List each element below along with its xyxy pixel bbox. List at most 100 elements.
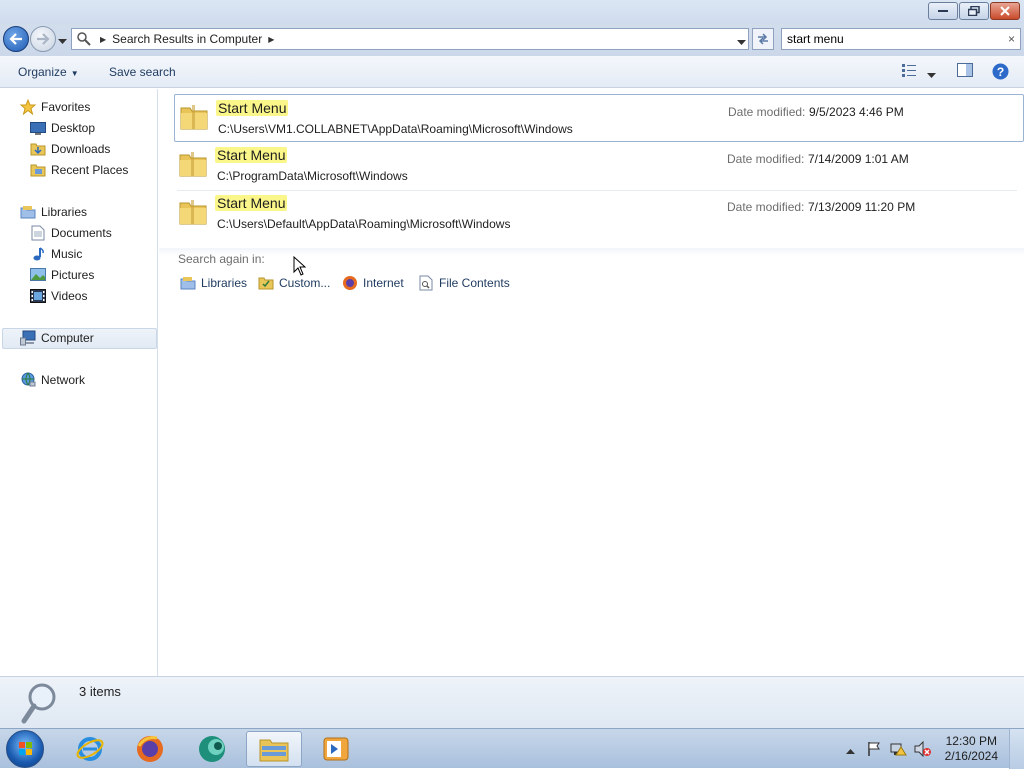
folder-icon — [178, 149, 208, 179]
nav-item-videos[interactable]: Videos — [30, 286, 87, 306]
view-options-dropdown[interactable] — [927, 68, 936, 82]
nav-item-downloads[interactable]: Downloads — [30, 139, 110, 159]
help-button[interactable]: ? — [992, 63, 1009, 83]
close-icon — [1000, 6, 1010, 16]
breadcrumb-separator-icon: ▶ — [100, 34, 107, 44]
search-results-pane: Start Menu C:\Users\VM1.COLLABNET\AppDat… — [159, 89, 1024, 676]
nav-item-computer[interactable]: Computer — [20, 328, 94, 348]
result-name: Start Menu — [216, 100, 289, 116]
nav-item-label: Downloads — [51, 142, 111, 156]
taskbar-windows-explorer[interactable] — [246, 731, 302, 767]
navigation-pane: Favorites Desktop Downloads Recent Place… — [0, 89, 158, 676]
documents-icon — [30, 225, 46, 241]
recent-places-icon — [30, 162, 46, 178]
mouse-cursor-icon — [293, 255, 307, 279]
firefox-icon — [137, 736, 163, 762]
start-button[interactable] — [6, 730, 44, 768]
nav-item-desktop[interactable]: Desktop — [30, 118, 95, 138]
network-icon — [20, 372, 36, 388]
chevron-down-icon — [737, 40, 746, 45]
search-box[interactable]: × — [781, 28, 1021, 50]
nav-item-network[interactable]: Network — [20, 370, 85, 390]
taskbar-media-player[interactable] — [308, 731, 364, 767]
result-path: C:\Users\Default\AppData\Roaming\Microso… — [217, 217, 511, 231]
maximize-button[interactable] — [959, 2, 989, 20]
back-button[interactable] — [3, 26, 29, 52]
volume-muted-icon[interactable] — [914, 740, 932, 760]
search-again-label: Search again in: — [178, 252, 265, 266]
recent-pages-dropdown[interactable] — [58, 34, 67, 48]
nav-item-label: Videos — [51, 289, 88, 303]
minimize-button[interactable] — [928, 2, 958, 20]
taskbar-internet-explorer[interactable] — [62, 731, 118, 767]
result-name: Start Menu — [215, 195, 288, 211]
help-icon: ? — [992, 63, 1009, 80]
search-again-internet[interactable]: Internet — [342, 274, 404, 292]
date-modified-label: Date modified: — [727, 152, 805, 166]
search-again-libraries[interactable]: Libraries — [180, 274, 247, 292]
restore-icon — [968, 6, 980, 16]
taskbar: 12:30 PM 2/16/2024 — [0, 728, 1024, 769]
date-modified-value: 9/5/2023 4:46 PM — [809, 105, 904, 119]
search-again-link-label: File Contents — [439, 276, 510, 290]
preview-pane-button[interactable] — [957, 63, 973, 80]
svg-text:?: ? — [997, 65, 1004, 79]
save-search-button[interactable]: Save search — [109, 65, 176, 79]
organize-label: Organize — [18, 65, 67, 79]
back-arrow-icon — [9, 33, 22, 45]
refresh-icon — [758, 33, 768, 45]
chevron-down-icon — [58, 39, 67, 44]
star-icon — [20, 99, 36, 115]
show-desktop-button[interactable] — [1009, 729, 1024, 769]
clock[interactable]: 12:30 PM 2/16/2024 — [945, 734, 998, 764]
item-count: 3 items — [79, 684, 121, 699]
nav-item-label: Documents — [51, 226, 112, 240]
search-again-divider — [159, 248, 1024, 256]
search-input[interactable] — [787, 32, 997, 46]
media-player-icon — [323, 737, 349, 761]
nav-item-favorites[interactable]: Favorites — [20, 97, 90, 117]
change-view-button[interactable] — [902, 63, 916, 80]
breadcrumb-separator-icon[interactable]: ▶ — [268, 35, 274, 44]
show-hidden-icons-button[interactable] — [846, 743, 855, 757]
nav-item-documents[interactable]: Documents — [30, 223, 112, 243]
forward-button[interactable] — [30, 26, 56, 52]
nav-item-music[interactable]: Music — [30, 244, 82, 264]
search-again-file-contents[interactable]: File Contents — [418, 274, 510, 292]
taskbar-app[interactable] — [184, 731, 240, 767]
nav-item-label: Favorites — [41, 100, 91, 114]
nav-item-pictures[interactable]: Pictures — [30, 265, 94, 285]
chevron-down-icon: ▼ — [70, 69, 79, 78]
details-pane: 3 items — [0, 676, 1024, 728]
nav-item-recent-places[interactable]: Recent Places — [30, 160, 128, 180]
nav-item-label: Libraries — [41, 205, 88, 219]
taskbar-firefox[interactable] — [122, 731, 178, 767]
action-center-icon[interactable] — [866, 741, 882, 760]
result-item[interactable]: Start Menu C:\Users\Default\AppData\Roam… — [174, 190, 1024, 238]
nav-item-label: Network — [41, 373, 86, 387]
downloads-folder-icon — [30, 141, 46, 157]
address-history-dropdown[interactable] — [737, 35, 746, 49]
windows-logo-icon — [19, 742, 32, 755]
firefox-icon — [342, 275, 358, 291]
command-bar: Organize ▼ Save search ? — [0, 56, 1024, 88]
music-icon — [30, 246, 46, 262]
refresh-button[interactable] — [752, 28, 774, 50]
breadcrumb-search-results[interactable]: Search Results in Computer — [112, 32, 262, 46]
computer-icon — [20, 330, 36, 346]
result-item[interactable]: Start Menu C:\ProgramData\Microsoft\Wind… — [174, 142, 1024, 190]
nav-item-label: Desktop — [51, 121, 96, 135]
address-bar[interactable]: ▶ Search Results in Computer ▶ — [71, 28, 749, 50]
search-again-link-label: Libraries — [201, 276, 248, 290]
nav-item-label: Recent Places — [51, 163, 129, 177]
clear-search-icon[interactable]: × — [1008, 32, 1015, 46]
nav-item-libraries[interactable]: Libraries — [20, 202, 87, 222]
organize-button[interactable]: Organize ▼ — [18, 65, 79, 79]
close-button[interactable] — [990, 2, 1020, 20]
window-controls — [927, 2, 1020, 20]
pictures-icon — [30, 267, 46, 283]
result-item[interactable]: Start Menu C:\Users\VM1.COLLABNET\AppDat… — [174, 94, 1024, 142]
result-name: Start Menu — [215, 147, 288, 163]
preview-pane-icon — [957, 63, 973, 77]
network-status-icon[interactable] — [890, 741, 908, 760]
